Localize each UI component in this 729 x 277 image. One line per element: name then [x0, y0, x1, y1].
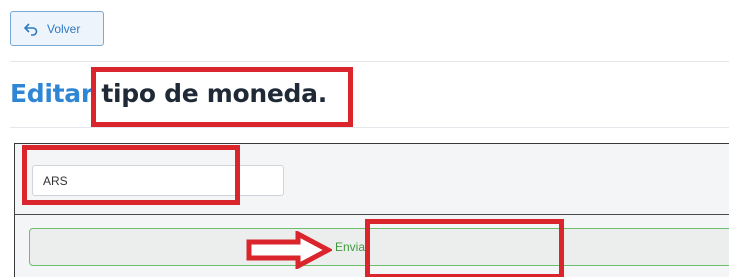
page-title-rest: tipo de moneda.	[101, 79, 327, 108]
back-button-label: Volver	[47, 21, 81, 36]
form-divider	[14, 214, 729, 215]
divider-mid	[10, 127, 729, 128]
page: Volver Editar tipo de moneda. Enviar	[0, 0, 729, 277]
annotation-arrow-icon	[246, 231, 332, 269]
submit-button-label: Enviar	[334, 240, 369, 254]
page-title: Editar tipo de moneda.	[10, 79, 327, 108]
submit-button[interactable]: Enviar	[29, 228, 729, 266]
back-arrow-icon	[23, 21, 39, 37]
currency-code-input[interactable]	[32, 165, 284, 196]
back-button[interactable]: Volver	[10, 11, 104, 46]
page-title-accent: Editar	[10, 79, 93, 108]
divider-top	[10, 61, 729, 62]
